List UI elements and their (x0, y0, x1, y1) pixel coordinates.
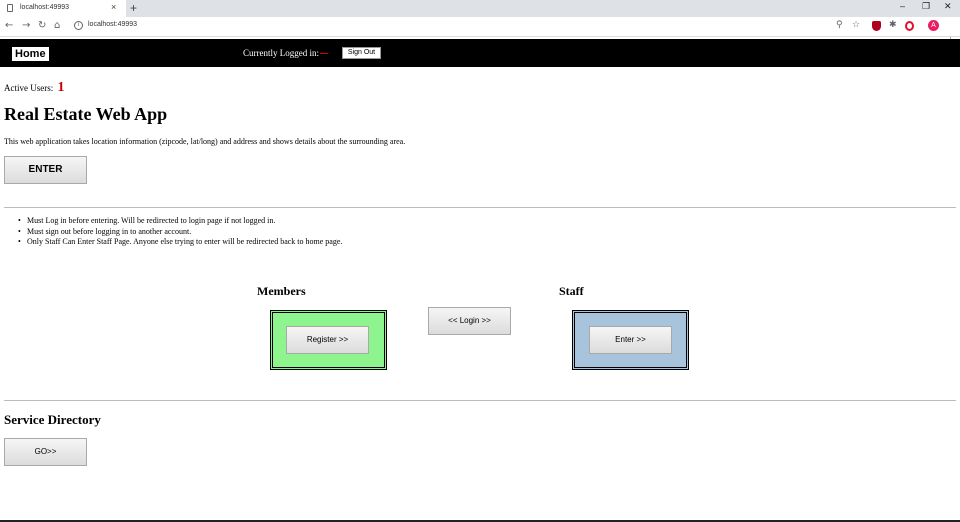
list-item: Must sign out before logging in to anoth… (18, 227, 342, 238)
browser-toolbar: ← → ↻ ⌂ i localhost:49993 ⚲ ☆ ✱ ⋮ (0, 17, 960, 47)
shield-extension-icon[interactable] (872, 21, 881, 31)
address-bar[interactable]: localhost:49993 (88, 21, 137, 28)
active-users: Active Users: 1 (4, 80, 65, 96)
bookmark-star-icon[interactable]: ☆ (852, 20, 860, 30)
active-users-label: Active Users: (4, 83, 54, 93)
members-heading: Members (257, 284, 306, 298)
page-title: Real Estate Web App (4, 104, 168, 124)
forward-icon[interactable]: → (22, 20, 30, 31)
minimize-icon[interactable]: – (900, 1, 905, 11)
zoom-icon[interactable]: ⚲ (836, 20, 843, 30)
page-description: This web application takes location info… (4, 137, 406, 146)
close-window-icon[interactable]: ✕ (944, 1, 952, 12)
logged-in-label: Currently Logged in: (243, 48, 319, 58)
service-directory-heading: Service Directory (4, 412, 101, 427)
divider (4, 207, 956, 208)
login-button[interactable]: << Login >> (428, 307, 511, 335)
staff-heading: Staff (559, 284, 584, 298)
profile-avatar[interactable]: A (928, 20, 939, 31)
logged-in-user (320, 53, 328, 54)
extensions-icon[interactable]: ✱ (889, 20, 897, 30)
info-icon[interactable]: i (74, 21, 83, 30)
tab-strip: localhost:49993 × + – ❐ ✕ (0, 0, 960, 17)
divider (4, 400, 956, 401)
site-nav-bar: Home Currently Logged in: Sign Out (0, 39, 960, 67)
restore-icon[interactable]: ❐ (922, 1, 930, 12)
back-icon[interactable]: ← (5, 20, 13, 31)
browser-tab[interactable]: localhost:49993 × (0, 0, 126, 17)
list-item: Only Staff Can Enter Staff Page. Anyone … (18, 237, 342, 248)
tab-title: localhost:49993 (20, 4, 70, 11)
home-icon[interactable]: ⌂ (54, 20, 60, 31)
staff-enter-button[interactable]: Enter >> (589, 326, 672, 354)
new-tab-icon[interactable]: + (130, 1, 137, 15)
tab-close-icon[interactable]: × (111, 2, 116, 12)
sign-out-button[interactable]: Sign Out (342, 47, 381, 59)
register-button[interactable]: Register >> (286, 326, 369, 354)
page-icon (7, 4, 13, 12)
go-button[interactable]: GO>> (4, 438, 87, 466)
opera-extension-icon[interactable] (905, 21, 914, 31)
reload-icon[interactable]: ↻ (38, 20, 46, 31)
enter-button[interactable]: ENTER (4, 156, 87, 184)
rules-list: Must Log in before entering. Will be red… (18, 216, 342, 248)
list-item: Must Log in before entering. Will be red… (18, 216, 342, 227)
active-users-count: 1 (57, 80, 65, 95)
home-link[interactable]: Home (11, 46, 50, 62)
